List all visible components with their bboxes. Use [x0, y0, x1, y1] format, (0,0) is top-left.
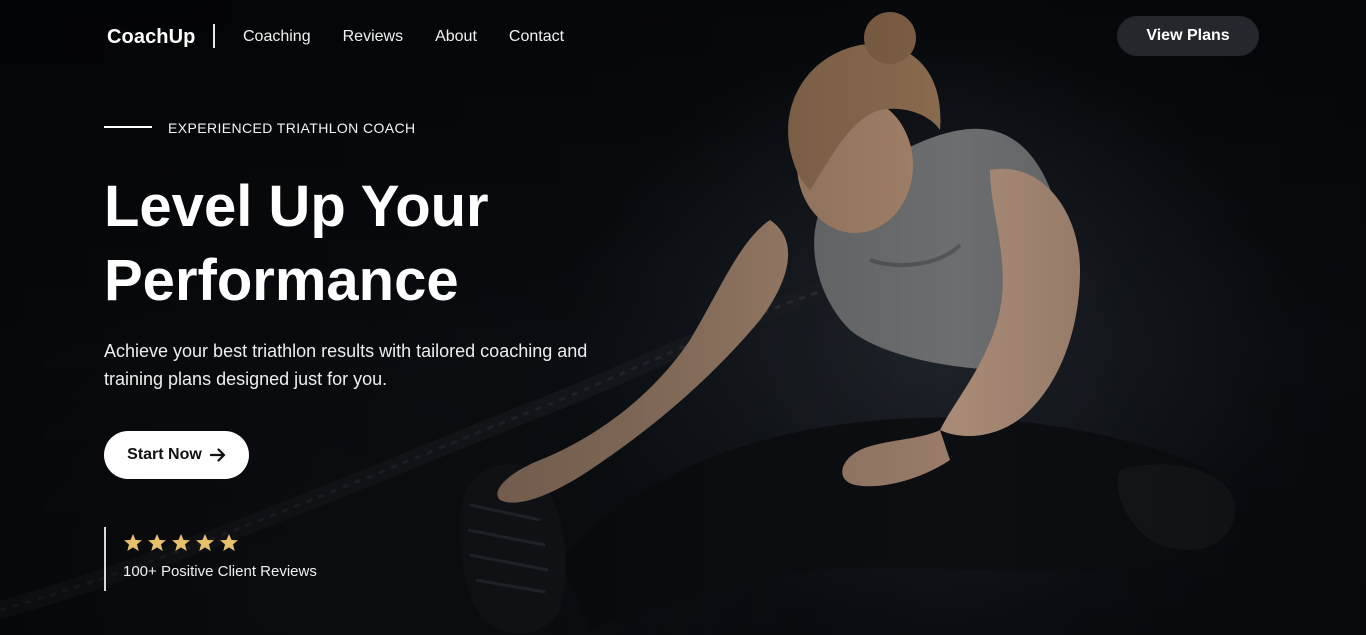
- star-icon: [196, 534, 214, 551]
- nav-about[interactable]: About: [435, 28, 477, 46]
- star-icon: [172, 534, 190, 551]
- eyebrow-line: [104, 126, 152, 128]
- star-icon: [124, 534, 142, 551]
- headline-line-1: Level Up Your: [104, 174, 489, 239]
- nav-reviews[interactable]: Reviews: [343, 28, 403, 46]
- nav-coaching[interactable]: Coaching: [243, 28, 311, 46]
- main-nav: Coaching Reviews About Contact: [243, 28, 596, 46]
- reviews-summary: 100+ Positive Client Reviews: [104, 527, 317, 591]
- hero-subtext: Achieve your best triathlon results with…: [104, 341, 588, 389]
- eyebrow-text: EXPERIENCED TRIATHLON COACH: [168, 120, 416, 136]
- site-header: CoachUp Coaching Reviews About Contact V…: [0, 0, 1366, 76]
- star-rating: [123, 533, 317, 553]
- headline-line-2: Performance: [104, 248, 459, 313]
- start-now-button[interactable]: Start Now: [104, 431, 249, 479]
- logo-divider: [213, 24, 215, 48]
- reviews-text: 100+ Positive Client Reviews: [123, 563, 317, 580]
- start-now-label: Start Now: [127, 446, 202, 463]
- arrow-right-icon: [209, 448, 225, 462]
- logo[interactable]: CoachUp: [107, 26, 195, 49]
- view-plans-button[interactable]: View Plans: [1117, 16, 1259, 56]
- nav-contact[interactable]: Contact: [509, 28, 564, 46]
- hero-headline: Level Up Your Performance: [104, 170, 664, 318]
- star-icon: [148, 534, 166, 551]
- star-icon: [220, 534, 238, 551]
